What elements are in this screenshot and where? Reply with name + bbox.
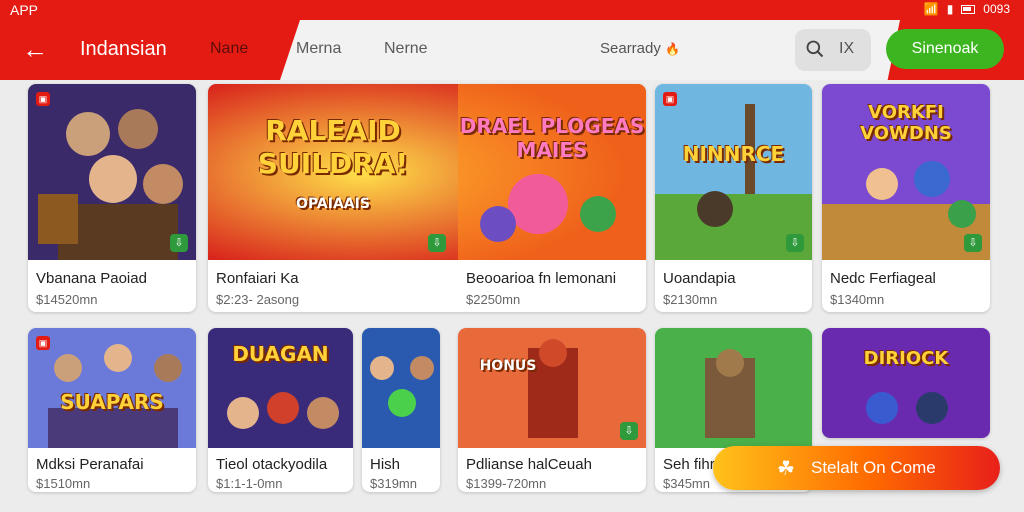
game-name: Pdlianse halCeuah: [466, 456, 592, 473]
thumbnail-title: NINNRCE: [682, 142, 785, 166]
game-card[interactable]: DIRIOCK: [822, 328, 990, 438]
tab-nane[interactable]: Nane: [210, 40, 248, 58]
thumbnail-art: [655, 328, 812, 448]
thumbnail-art: [28, 328, 196, 448]
game-thumbnail: DUAGAN: [208, 328, 353, 448]
tab-merna[interactable]: Merna: [296, 40, 341, 58]
game-price: $1340mn: [830, 292, 885, 307]
game-thumbnail: HONUS ⇩: [458, 328, 646, 448]
game-card[interactable]: ▣ ⇩ Vbanana Paoiad $14520mn: [28, 84, 196, 312]
game-price: $1510mn: [36, 476, 91, 491]
game-price: $14520mn: [36, 292, 98, 307]
status-icons: 📶 ▮ 0093: [924, 2, 1010, 16]
game-card[interactable]: SUAPARS ▣ Mdksi Peranafai $1510mn: [28, 328, 196, 492]
game-name: Beooarioa fn lemonani: [466, 270, 617, 287]
game-name: Hish: [370, 456, 401, 473]
thumbnail-art: [822, 328, 990, 438]
game-card-featured[interactable]: RALEAID SUILDRA! OPAIAAIS DRAEL PLOGEAS …: [208, 84, 646, 312]
badge-icon: ▣: [36, 336, 50, 350]
game-thumbnail: DIRIOCK: [822, 328, 990, 438]
game-name: Tieol otackyodila: [216, 456, 328, 473]
flame-icon: 🔥: [665, 42, 680, 56]
thumbnail-art: [362, 328, 440, 448]
wifi-icon: 📶: [923, 2, 939, 16]
game-thumbnail: [362, 328, 440, 448]
status-bar: APP 📶 ▮ 0093: [0, 0, 1024, 20]
game-thumbnail: VORKFI VOWDNS ⇩: [822, 84, 990, 260]
start-game-button[interactable]: ☘ Stelalt On Come: [713, 446, 1000, 490]
download-icon[interactable]: ⇩: [964, 234, 982, 252]
thumbnail-title-secondary: DRAEL PLOGEAS MAIES: [459, 114, 645, 162]
game-card[interactable]: DUAGAN Tieol otackyodila $1:1-1-0mn: [208, 328, 353, 492]
badge-icon: ▣: [663, 92, 677, 106]
game-price: $319mn: [370, 476, 417, 491]
download-icon[interactable]: ⇩: [786, 234, 804, 252]
thumbnail-art: [28, 84, 196, 260]
thumbnail-title: DIRIOCK: [863, 348, 949, 369]
game-card[interactable]: Hish $319mn: [362, 328, 440, 492]
game-thumbnail: [655, 328, 812, 448]
game-name: Vbanana Paoiad: [36, 270, 147, 287]
game-price: $1399-720mn: [466, 476, 547, 491]
tab-nerne[interactable]: Nerne: [384, 40, 428, 58]
game-thumbnail: RALEAID SUILDRA! OPAIAAIS DRAEL PLOGEAS …: [208, 84, 646, 260]
thumbnail-subtitle: OPAIAAIS: [296, 196, 370, 212]
game-card[interactable]: VORKFI VOWDNS ⇩ Nedc Ferfiageal $1340mn: [822, 84, 990, 312]
thumbnail-title: SUAPARS: [60, 390, 164, 414]
status-time: 0093: [983, 2, 1010, 16]
game-price: $345mn: [663, 476, 710, 491]
sort-dropdown[interactable]: Searrady 🔥: [600, 40, 680, 57]
gift-icon: ☘: [777, 458, 795, 480]
game-name: Mdksi Peranafai: [36, 456, 144, 473]
game-price: $2130mn: [663, 292, 718, 307]
thumbnail-title: RALEAID SUILDRA!: [257, 114, 409, 180]
close-icon[interactable]: IX: [839, 40, 854, 58]
battery-icon: [961, 4, 976, 14]
download-icon[interactable]: ⇩: [428, 234, 446, 252]
download-icon[interactable]: ⇩: [620, 422, 638, 440]
download-icon[interactable]: ⇩: [170, 234, 188, 252]
game-thumbnail: ▣ ⇩: [28, 84, 196, 260]
app-bar: ← Indansian Nane Merna Nerne Searrady 🔥 …: [0, 20, 1024, 80]
signal-icon: ▮: [946, 2, 954, 16]
page-title: Indansian: [80, 38, 167, 60]
search-box[interactable]: IX: [795, 29, 871, 71]
back-arrow-icon[interactable]: ←: [22, 34, 52, 64]
signup-button[interactable]: Sinenoak: [886, 29, 1004, 69]
badge-icon: ▣: [36, 92, 50, 106]
game-thumbnail: NINNRCE ▣ ⇩: [655, 84, 812, 260]
game-price: $2:23- 2asong: [216, 292, 300, 307]
thumbnail-title: DUAGAN: [232, 342, 329, 366]
game-thumbnail: SUAPARS ▣: [28, 328, 196, 448]
game-name: Uoandapia: [663, 270, 736, 287]
game-name: Nedc Ferfiageal: [830, 270, 936, 287]
game-name: Ronfaiari Ka: [216, 270, 299, 287]
thumbnail-title: VORKFI VOWDNS: [860, 102, 952, 144]
game-price: $1:1-1-0mn: [216, 476, 283, 491]
search-icon[interactable]: [805, 37, 825, 61]
game-card[interactable]: HONUS ⇩ Pdlianse halCeuah $1399-720mn: [458, 328, 646, 492]
thumbnail-title: HONUS: [479, 358, 537, 374]
start-game-label: Stelalt On Come: [811, 458, 936, 477]
game-card[interactable]: NINNRCE ▣ ⇩ Uoandapia $2130mn: [655, 84, 812, 312]
thumbnail-art: [458, 328, 646, 448]
game-price: $2250mn: [466, 292, 521, 307]
status-app-label: APP: [10, 2, 39, 18]
sort-label: Searrady: [600, 40, 661, 57]
